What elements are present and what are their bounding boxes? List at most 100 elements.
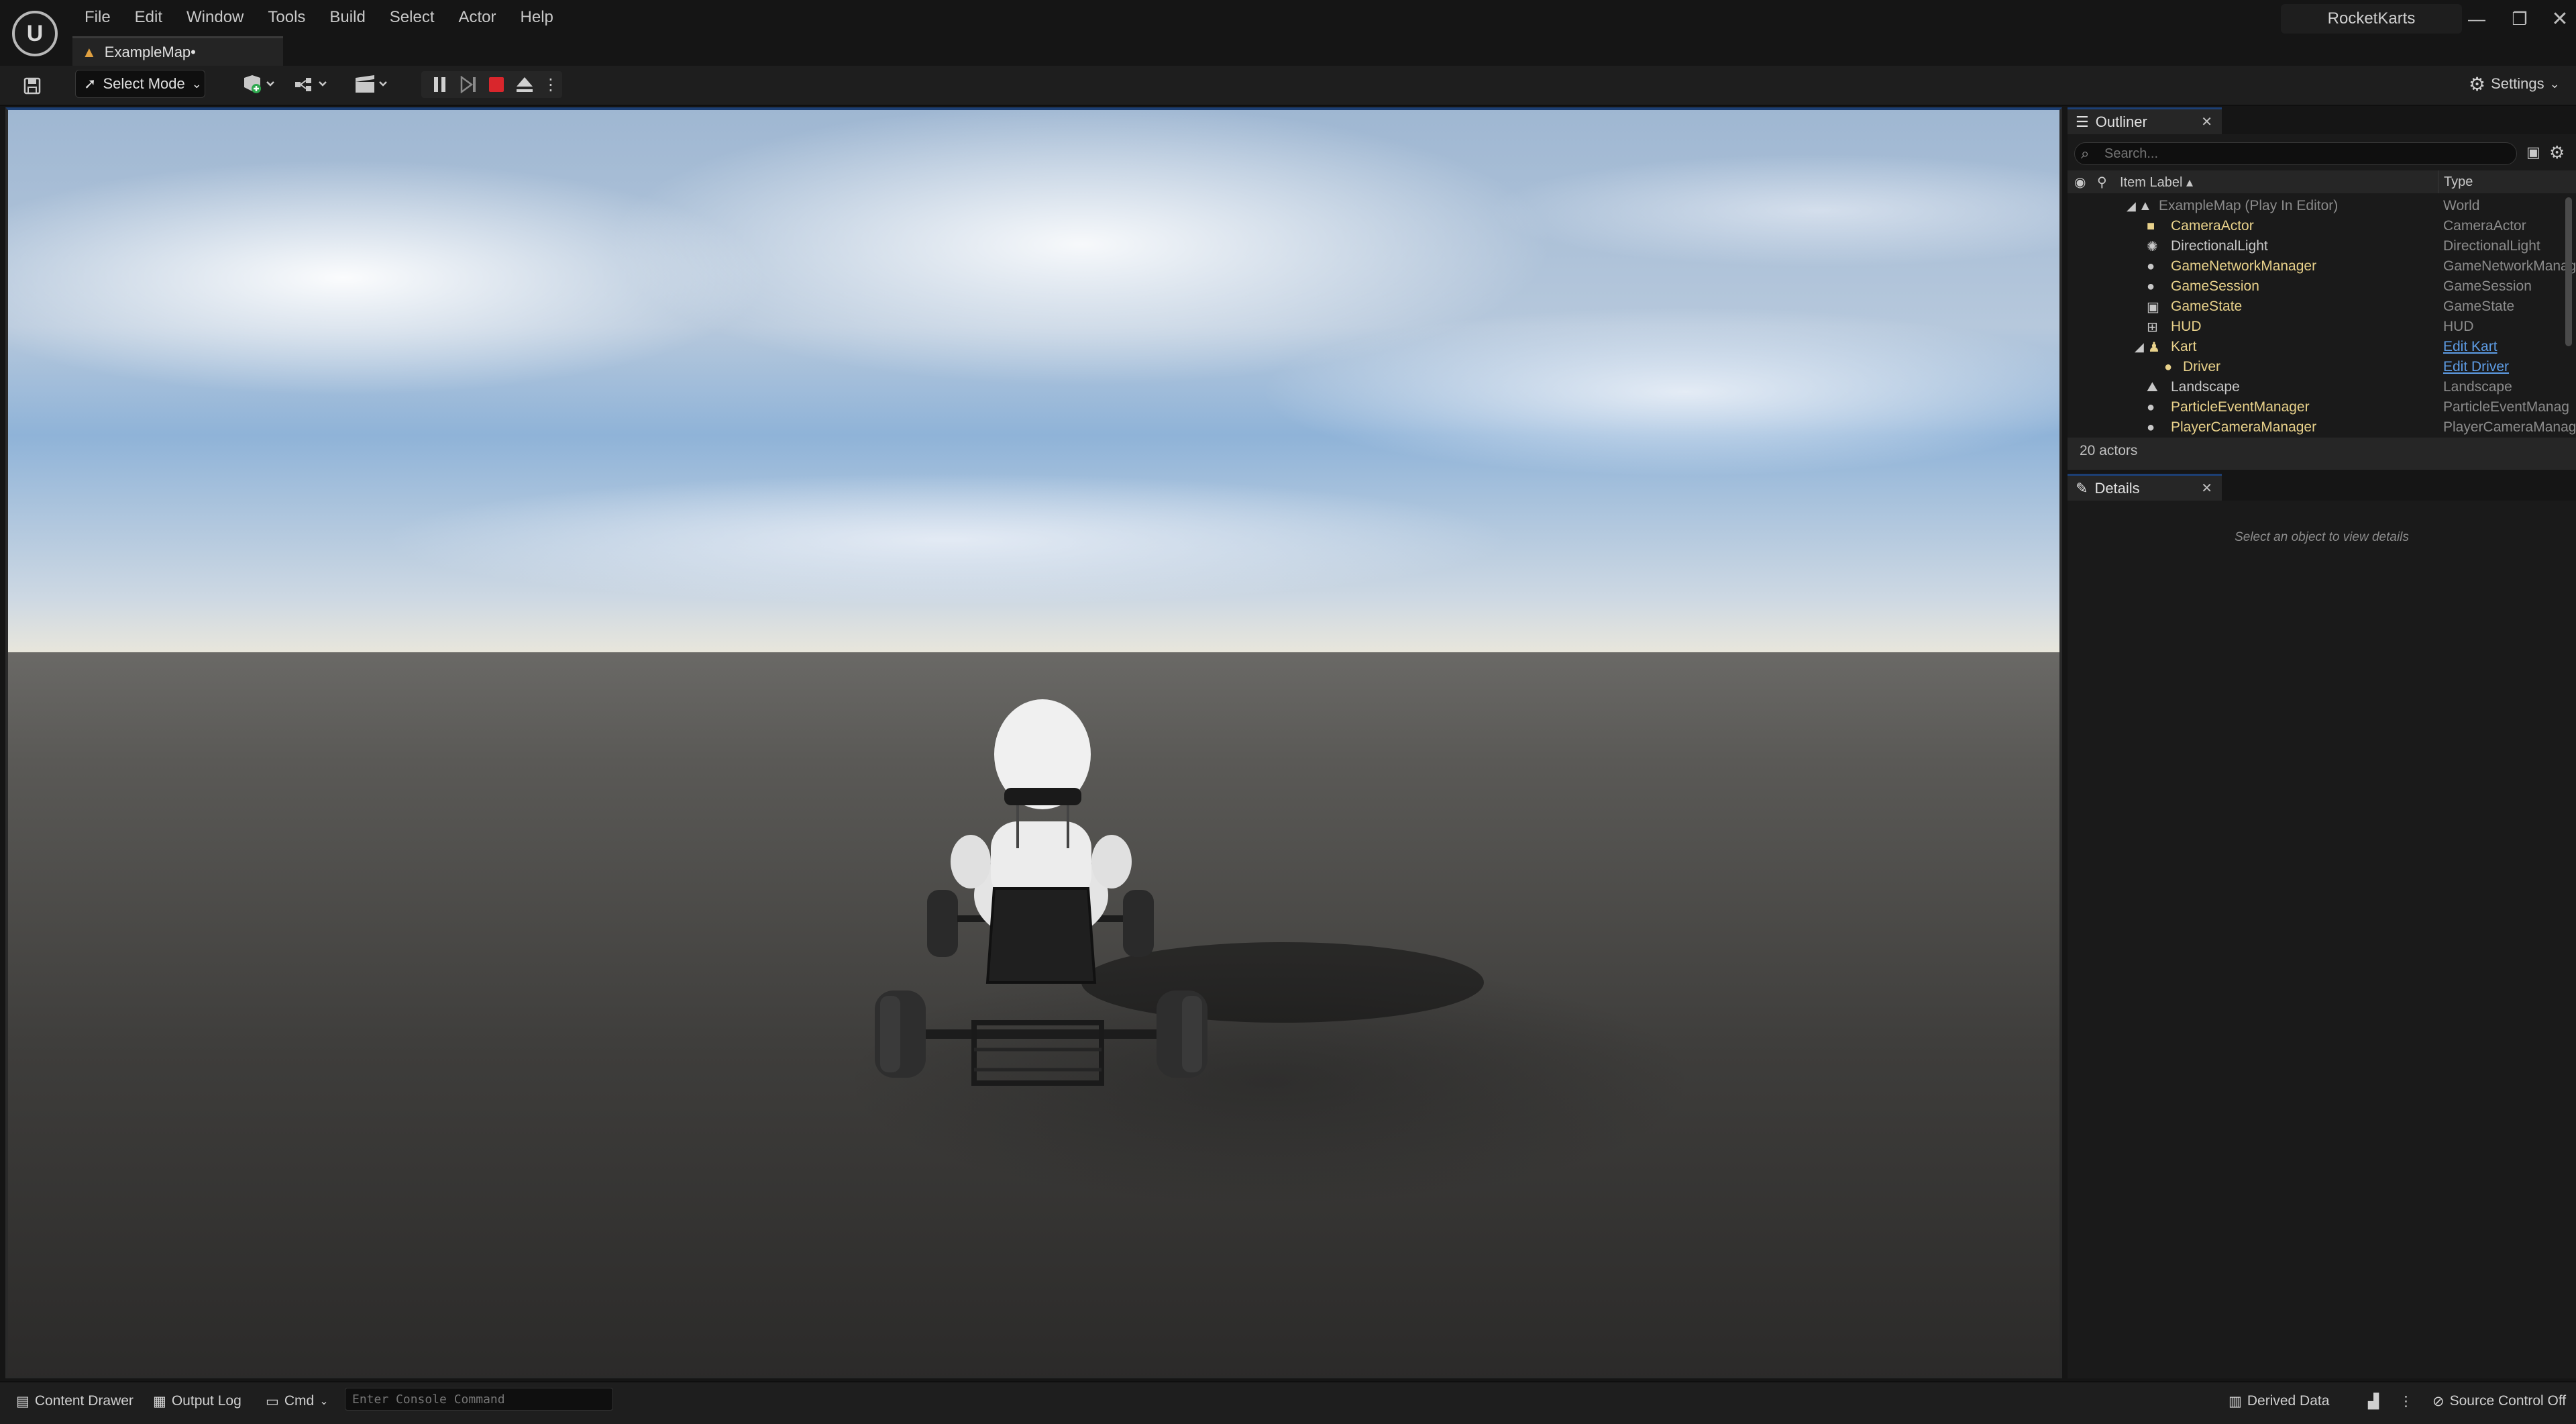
output-log-button[interactable]: ▦ Output Log — [153, 1389, 241, 1413]
tree-row-world[interactable]: ◢ ▲ ExampleMap (Play In Editor) World — [2068, 196, 2557, 216]
database-icon: ▥ — [2229, 1393, 2242, 1409]
menu-actor[interactable]: Actor — [447, 5, 508, 32]
outliner-item-type: Landscape — [2443, 379, 2512, 395]
outliner-item-label: HUD — [2171, 319, 2202, 334]
derived-data-button[interactable]: ▥ Derived Data — [2229, 1389, 2329, 1413]
log-icon: ▦ — [153, 1393, 166, 1409]
settings-label: Settings — [2491, 75, 2544, 92]
outliner-tab-label: Outliner — [2095, 113, 2147, 130]
close-icon[interactable]: ✕ — [2538, 4, 2576, 34]
close-tab-icon[interactable]: ✕ — [2201, 113, 2212, 130]
outliner-item-label: Landscape — [2171, 379, 2240, 395]
outliner-search-input[interactable] — [2074, 142, 2517, 165]
tree-row-gamenetworkmanager[interactable]: ● GameNetworkManager GameNetworkManag — [2068, 256, 2576, 276]
outliner-item-type: CameraActor — [2443, 218, 2526, 234]
actor-icon: ● — [2147, 399, 2155, 415]
source-control-button[interactable]: ⊘ Source Control Off — [2432, 1389, 2566, 1413]
tree-row-directionallight[interactable]: ✺ DirectionalLight DirectionalLight — [2068, 236, 2557, 256]
edit-kart-link[interactable]: Edit Kart — [2443, 339, 2498, 355]
chevron-down-icon: ⌄ — [319, 1396, 329, 1407]
close-tab-icon[interactable]: ✕ — [2201, 480, 2212, 497]
level-viewport[interactable] — [5, 107, 2062, 1378]
cinematics-menu-button[interactable] — [349, 71, 396, 98]
add-folder-icon[interactable]: ▣ — [2526, 144, 2540, 161]
tree-row-particleeventmanager[interactable]: ● ParticleEventManager ParticleEventMana… — [2068, 397, 2569, 417]
project-name-badge: RocketKarts — [2281, 4, 2462, 34]
item-label-column[interactable]: Item Label ▴ — [2120, 174, 2193, 191]
details-panel — [2068, 501, 2576, 1378]
outliner-item-label: PlayerCameraManager — [2171, 419, 2317, 435]
outliner-item-type: HUD — [2443, 319, 2474, 334]
actor-icon: ● — [2147, 258, 2155, 274]
gear-icon[interactable]: ⚙ — [2549, 142, 2565, 163]
stop-icon[interactable] — [483, 71, 510, 98]
output-log-label: Output Log — [171, 1393, 241, 1409]
tree-row-playercameramanager[interactable]: ● PlayerCameraManager PlayerCameraManag — [2068, 417, 2576, 438]
light-icon: ✺ — [2147, 239, 2158, 254]
gear-icon: ⚙ — [2469, 73, 2486, 95]
tree-row-gamestate[interactable]: ▣ GameState GameState — [2068, 297, 2557, 317]
source-control-icon: ⊘ — [2432, 1393, 2445, 1409]
cursor-icon: ➚ — [84, 75, 97, 92]
search-icon: ⌕ — [2081, 145, 2090, 162]
select-mode-dropdown[interactable]: ➚ Select Mode ⌄ — [75, 70, 205, 98]
tree-row-driver[interactable]: ● Driver Edit Driver — [2068, 357, 2557, 377]
console-command-input[interactable] — [345, 1388, 613, 1411]
settings-button[interactable]: ⚙ Settings ⌄ — [2469, 70, 2576, 98]
tree-row-hud[interactable]: ⊞ HUD HUD — [2068, 317, 2557, 337]
menu-tools[interactable]: Tools — [256, 5, 317, 32]
content-drawer-button[interactable]: ▤ Content Drawer — [16, 1389, 133, 1413]
content-drawer-label: Content Drawer — [34, 1393, 133, 1409]
tree-row-kart[interactable]: ◢ ♟ Kart Edit Kart — [2068, 337, 2557, 357]
menu-window[interactable]: Window — [174, 5, 256, 32]
tree-row-gamesession[interactable]: ● GameSession GameSession — [2068, 276, 2557, 297]
more-options-icon[interactable]: ⋮ — [2399, 1389, 2413, 1413]
pawn-icon: ♟ — [2148, 340, 2160, 355]
details-empty-message: Select an object to view details — [2235, 530, 2409, 544]
restore-icon[interactable]: ❐ — [2498, 4, 2541, 34]
menu-build[interactable]: Build — [317, 5, 377, 32]
step-frame-icon[interactable] — [455, 71, 482, 98]
outliner-item-label: GameState — [2171, 299, 2243, 314]
pause-icon[interactable] — [427, 71, 453, 98]
outliner-item-type: GameState — [2443, 299, 2515, 314]
outliner-item-label: GameSession — [2171, 278, 2259, 294]
eject-icon[interactable] — [511, 71, 538, 98]
actor-count: 20 actors — [2080, 443, 2138, 458]
tab-details[interactable]: ✎ Details ✕ — [2068, 474, 2222, 501]
camera-icon: ■ — [2147, 218, 2155, 234]
blueprint-menu-button[interactable] — [288, 71, 335, 98]
level-icon: ▲ — [82, 43, 97, 60]
menu-file[interactable]: File — [72, 5, 123, 32]
pencil-icon: ✎ — [2076, 479, 2088, 497]
tree-row-landscape[interactable]: ⛰ Landscape Landscape — [2068, 377, 2557, 397]
level-icon: ▲ — [2139, 198, 2152, 213]
unreal-logo-icon[interactable]: U — [12, 11, 58, 56]
menu-edit[interactable]: Edit — [123, 5, 174, 32]
save-icon[interactable] — [19, 72, 46, 99]
expand-arrow-icon[interactable]: ◢ — [2135, 340, 2144, 354]
source-control-label: Source Control Off — [2449, 1393, 2567, 1409]
gamestate-icon: ▣ — [2147, 299, 2159, 315]
outliner-item-type: PlayerCameraManag — [2443, 419, 2576, 435]
tab-outliner[interactable]: ☰ Outliner ✕ — [2068, 107, 2222, 134]
minimize-icon[interactable]: — — [2455, 4, 2498, 34]
stats-icon[interactable]: ▟ — [2368, 1389, 2379, 1413]
expand-arrow-icon[interactable]: ◢ — [2127, 199, 2136, 213]
outliner-item-type: ParticleEventManag — [2443, 399, 2569, 415]
chevron-down-icon: ⌄ — [2549, 77, 2560, 91]
type-column[interactable]: Type — [2438, 170, 2473, 193]
tab-examplemap[interactable]: ▲ ExampleMap• — [72, 36, 283, 66]
menu-select[interactable]: Select — [378, 5, 447, 32]
menu-help[interactable]: Help — [508, 5, 566, 32]
outliner-item-type: GameSession — [2443, 278, 2532, 294]
outliner-scrollbar[interactable] — [2565, 197, 2572, 346]
outliner-column-header: ◉ ⚲ Item Label ▴ Type — [2068, 170, 2576, 193]
add-actor-button[interactable] — [235, 71, 282, 98]
edit-driver-link[interactable]: Edit Driver — [2443, 359, 2509, 375]
cmd-dropdown[interactable]: ▭ Cmd ⌄ — [266, 1389, 329, 1413]
more-options-icon[interactable]: ⋮ — [541, 71, 561, 98]
visibility-icon[interactable]: ◉ — [2074, 174, 2086, 191]
pin-icon[interactable]: ⚲ — [2097, 174, 2107, 191]
tree-row-cameraactor[interactable]: ■ CameraActor CameraActor — [2068, 216, 2557, 236]
